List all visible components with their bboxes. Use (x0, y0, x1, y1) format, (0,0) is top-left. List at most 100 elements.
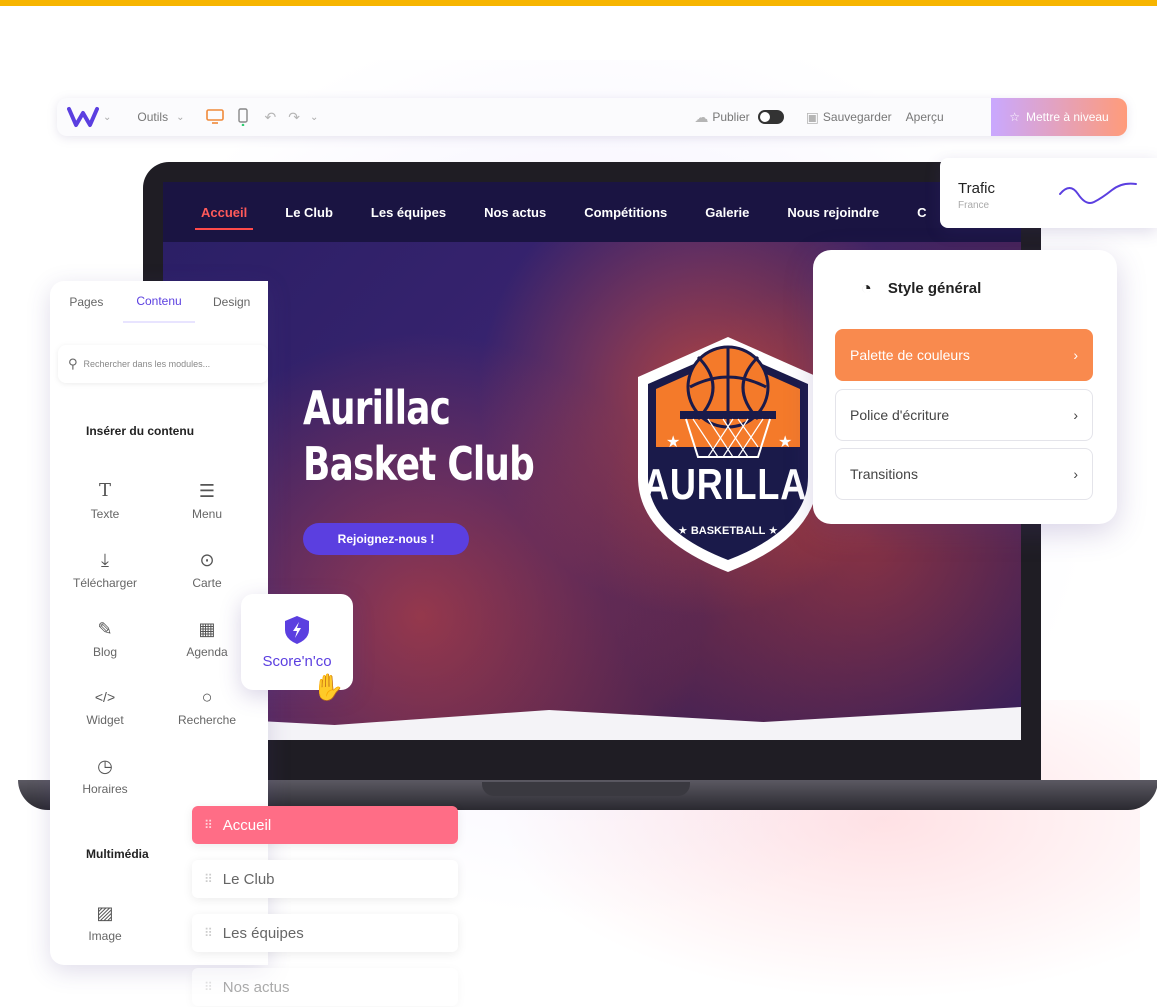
tools-label: Outils (137, 110, 169, 124)
join-us-button[interactable]: Rejoignez-nous ! (303, 523, 469, 555)
download-icon: ⤓ (101, 550, 109, 570)
site-nav-accueil[interactable]: Accueil (194, 205, 254, 230)
site-nav-competitions[interactable]: Compétitions (584, 205, 667, 220)
preview-button[interactable]: Aperçu (906, 110, 944, 124)
traffic-subtitle: France (958, 200, 990, 211)
chevron-down-icon[interactable]: ⌄ (310, 112, 318, 123)
multimedia-heading: Multimédia (86, 847, 149, 861)
page-item-equipes[interactable]: ⠿ Les équipes (192, 914, 458, 952)
font-label: Police d'écriture (850, 407, 950, 423)
module-text-label: Texte (90, 507, 120, 521)
page-item-label: Accueil (222, 816, 272, 834)
page-item-label: Nos actus (222, 978, 290, 996)
page-item-le-club[interactable]: ⠿ Le Club (192, 860, 458, 898)
text-icon: T (98, 480, 111, 501)
site-navigation: Accueil Le Club Les équipes Nos actus Co… (163, 182, 1021, 242)
mobile-view-icon[interactable] (238, 108, 249, 126)
tab-pages[interactable]: Pages (50, 281, 123, 323)
site-nav-galerie[interactable]: Galerie (705, 205, 749, 220)
drag-handle-icon[interactable]: ⠿ (204, 926, 213, 940)
chevron-right-icon: › (1073, 407, 1078, 423)
chevron-right-icon: › (1073, 347, 1078, 363)
chevron-right-icon: › (1073, 466, 1078, 482)
site-nav-le-club[interactable]: Le Club (285, 205, 333, 220)
module-widget[interactable]: </> Widget (60, 677, 150, 737)
module-hours[interactable]: ◷ Horaires (60, 746, 150, 806)
site-nav-contact[interactable]: C (917, 205, 926, 220)
search-icon: ○ (201, 687, 213, 707)
hero-title: Aurillac Basket Club (303, 380, 537, 492)
font-option[interactable]: Police d'écriture › (835, 389, 1093, 441)
module-download[interactable]: ⤓ Télécharger (60, 540, 150, 600)
page-item-label: Le Club (222, 870, 275, 888)
module-agenda-label: Agenda (186, 645, 228, 659)
w-logo-icon[interactable] (67, 105, 99, 129)
crest-subtitle: ★ BASKETBALL ★ (677, 525, 779, 537)
chevron-down-icon[interactable]: ⌄ (103, 112, 111, 123)
hero-title-line-1: Aurillac (303, 381, 451, 435)
content-panel-tabs: Pages Contenu Design (50, 281, 268, 323)
module-download-label: Télécharger (72, 576, 138, 590)
page-item-accueil[interactable]: ⠿ Accueil (192, 806, 458, 844)
page-item-actus[interactable]: ⠿ Nos actus (192, 968, 458, 1006)
site-nav-rejoindre[interactable]: Nous rejoindre (787, 205, 879, 220)
publish-label: Publier (712, 110, 750, 124)
menu-list-icon: ☰ (198, 481, 216, 501)
module-search[interactable]: ○ Recherche (162, 677, 252, 737)
chevron-down-icon: ⌄ (176, 111, 185, 123)
drag-handle-icon[interactable]: ⠿ (204, 872, 213, 886)
module-menu-label: Menu (191, 507, 223, 521)
site-nav-equipes[interactable]: Les équipes (371, 205, 446, 220)
grab-hand-cursor-icon: ✋ (312, 672, 345, 702)
top-accent-stripe (0, 0, 1157, 6)
palette-icon: ◔ (861, 278, 872, 298)
upgrade-label: Mettre à niveau (1026, 110, 1109, 124)
shield-icon (285, 615, 309, 644)
drag-handle-icon[interactable]: ⠿ (204, 980, 213, 994)
module-text[interactable]: T Texte (60, 471, 150, 531)
laptop-notch (482, 782, 690, 796)
traffic-card[interactable]: Trafic France (940, 158, 1157, 228)
club-crest-logo: ★ ★ (638, 337, 818, 572)
drag-handle-icon[interactable]: ⠿ (204, 818, 213, 832)
editor-toolbar: ⌄ Outils ⌄ ↶ ↷ ⌄ ☁ Publier ▣ Sauvegarder… (57, 98, 1127, 136)
module-menu[interactable]: ☰ Menu (162, 471, 252, 531)
style-panel-header: ◔ Style général (861, 278, 981, 299)
traffic-sparkline-icon (1059, 182, 1137, 204)
redo-icon[interactable]: ↷ (288, 109, 300, 126)
module-agenda[interactable]: ▦ Agenda (162, 609, 252, 669)
save-button[interactable]: ▣ Sauvegarder (806, 109, 892, 126)
desktop-view-icon[interactable] (206, 109, 225, 125)
undo-icon[interactable]: ↶ (264, 109, 276, 126)
search-icon: ⚲ (68, 356, 78, 371)
publish-toggle[interactable] (757, 110, 784, 124)
hero-title-line-2: Basket Club (303, 437, 535, 491)
clock-icon: ◷ (97, 756, 113, 776)
module-blog-label: Blog (92, 645, 118, 659)
module-map[interactable]: ⊙ Carte (162, 540, 252, 600)
publish-control[interactable]: ☁ Publier (694, 108, 784, 126)
transitions-label: Transitions (850, 466, 918, 482)
blog-icon: ✎ (97, 619, 113, 639)
upgrade-button[interactable]: ☆ Mettre à niveau (991, 98, 1127, 136)
color-palette-option[interactable]: Palette de couleurs › (835, 329, 1093, 381)
code-icon: </> (94, 689, 116, 705)
svg-text:★: ★ (666, 432, 680, 451)
tab-design[interactable]: Design (195, 281, 268, 323)
general-style-panel: ◔ Style général Palette de couleurs › Po… (813, 250, 1117, 524)
module-search-input[interactable]: ⚲ Rechercher dans les modules... (58, 345, 268, 383)
map-pin-icon: ⊙ (199, 550, 215, 570)
site-nav-actus[interactable]: Nos actus (484, 205, 546, 220)
page-item-label: Les équipes (222, 924, 304, 942)
tools-menu[interactable]: Outils ⌄ (137, 110, 184, 124)
calendar-icon: ▦ (198, 619, 216, 639)
style-panel-title: Style général (887, 280, 982, 297)
module-search-label: Recherche (177, 713, 237, 727)
transitions-option[interactable]: Transitions › (835, 448, 1093, 500)
crest-club-name: AURILLA (643, 460, 808, 509)
module-image[interactable]: ▨ Image (60, 893, 150, 953)
cloud-upload-icon: ☁ (694, 108, 709, 125)
module-blog[interactable]: ✎ Blog (60, 609, 150, 669)
traffic-title: Trafic (958, 180, 995, 197)
tab-content[interactable]: Contenu (122, 281, 196, 323)
